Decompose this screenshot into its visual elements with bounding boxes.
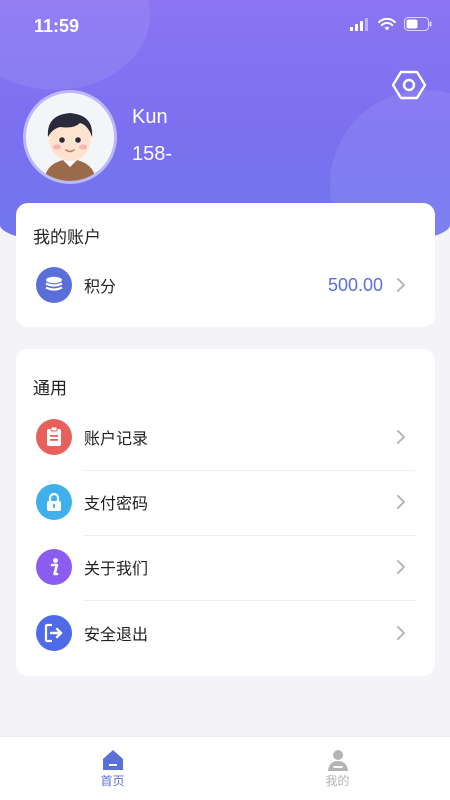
general-card-title: 通用 (33, 379, 67, 399)
person-icon (328, 750, 348, 771)
account-card: 我的账户 积分 500.00 (16, 203, 435, 327)
payment-password-label: 支付密码 (84, 494, 149, 513)
chevron-right-icon (397, 278, 405, 292)
chevron-right-icon (397, 430, 405, 444)
chevron-right-icon (397, 560, 405, 574)
chevron-right-icon (397, 626, 405, 640)
tab-mine-label: 我的 (325, 774, 350, 788)
logout-icon (36, 615, 72, 651)
logout-label: 安全退出 (84, 625, 149, 644)
logout-row[interactable]: 安全退出 (16, 601, 435, 665)
about-us-row[interactable]: 关于我们 (16, 535, 435, 599)
record-icon (36, 419, 72, 455)
wifi-icon (378, 17, 396, 30)
general-card: 通用 账户记录 支付密码 关于我们 安全退出 (16, 349, 435, 676)
settings-icon (391, 70, 427, 100)
avatar-boy-icon (26, 93, 114, 181)
home-icon (103, 750, 123, 770)
points-label: 积分 (84, 277, 117, 296)
status-icons (350, 17, 432, 31)
about-us-label: 关于我们 (84, 559, 149, 578)
status-bar: 11:59 (0, 0, 450, 52)
coins-icon (36, 267, 72, 303)
payment-password-row[interactable]: 支付密码 (16, 470, 435, 534)
tab-mine[interactable]: 我的 (225, 737, 450, 800)
tab-home-label: 首页 (100, 774, 125, 788)
avatar[interactable] (26, 93, 114, 181)
tab-bar: 首页 我的 (0, 736, 450, 800)
account-records-row[interactable]: 账户记录 (16, 405, 435, 469)
user-name: Kun (132, 106, 168, 128)
settings-button[interactable] (391, 68, 427, 102)
user-phone: 158- (132, 143, 173, 165)
battery-icon (404, 17, 432, 31)
status-time: 11:59 (34, 16, 80, 36)
account-records-label: 账户记录 (84, 429, 149, 448)
signal-icon (350, 17, 368, 31)
info-icon (36, 549, 72, 585)
points-value: 500.00 (327, 274, 383, 295)
chevron-right-icon (397, 495, 405, 509)
lock-icon (36, 484, 72, 520)
points-row[interactable]: 积分 500.00 (16, 253, 435, 317)
tab-home[interactable]: 首页 (0, 737, 225, 800)
account-card-title: 我的账户 (33, 228, 101, 248)
